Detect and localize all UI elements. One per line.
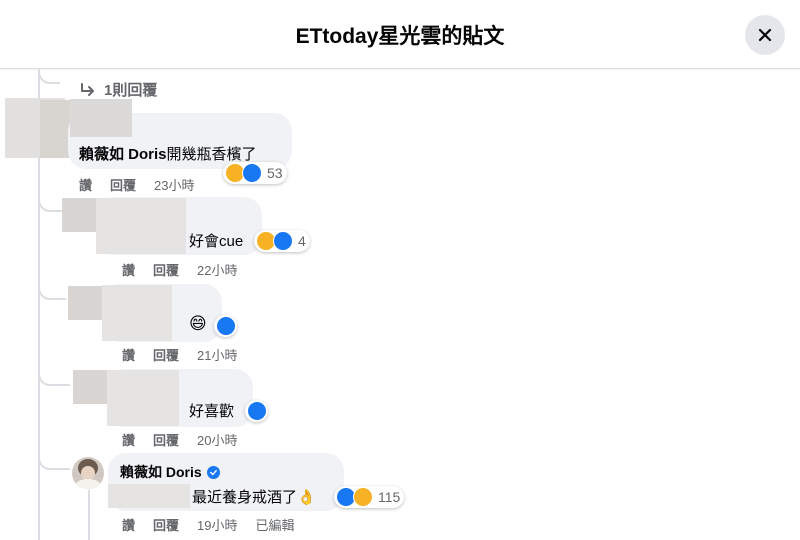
author-name [96, 198, 186, 254]
reply-button[interactable]: 回覆 [153, 515, 179, 534]
reply-button[interactable]: 回覆 [153, 260, 179, 279]
like-button[interactable]: 讚 [79, 175, 92, 194]
author-name [102, 285, 172, 341]
reaction-summary[interactable]: 4 [254, 230, 310, 252]
timestamp[interactable]: 19小時 [197, 515, 237, 534]
reaction-summary[interactable] [214, 315, 237, 337]
comment-text: 好喜歡 [189, 403, 235, 420]
timestamp[interactable]: 22小時 [197, 260, 237, 279]
haha-reaction-icon [353, 487, 373, 507]
thread-elbow [38, 364, 70, 386]
like-button[interactable]: 讚 [122, 515, 135, 534]
comment-actions: 讚 回覆 21小時 [122, 345, 238, 364]
edited-label[interactable]: 已編輯 [256, 515, 295, 534]
avatar [68, 286, 102, 320]
like-reaction-icon [216, 316, 236, 336]
reply-button[interactable]: 回覆 [153, 430, 179, 449]
thread-elbow [38, 450, 70, 470]
thread-elbow [38, 190, 62, 212]
reaction-count: 53 [267, 165, 283, 181]
comment-text: 賴薇如 Doris開幾瓶香檳了 [79, 146, 257, 163]
avatar [62, 198, 96, 232]
dialog-title: ETtoday星光雲的貼文 [295, 25, 505, 48]
view-replies-link[interactable]: 1則回覆 [80, 79, 157, 100]
close-button[interactable] [745, 15, 785, 55]
like-button[interactable]: 讚 [122, 345, 135, 364]
timestamp[interactable]: 23小時 [154, 175, 194, 194]
view-replies-label: 1則回覆 [104, 82, 158, 99]
avatar [73, 370, 107, 404]
comment-text: 好會cue [189, 233, 244, 250]
comment-actions: 讚 回覆 23小時 [79, 175, 195, 194]
dialog-header: ETtoday星光雲的貼文 [0, 0, 800, 69]
like-button[interactable]: 讚 [122, 260, 135, 279]
reaction-count: 115 [378, 489, 401, 505]
reply-arrow-icon [81, 82, 94, 96]
avatar [40, 100, 70, 158]
reaction-summary[interactable]: 53 [223, 162, 287, 184]
like-button[interactable]: 讚 [122, 430, 135, 449]
thread-elbow [38, 278, 66, 300]
reaction-summary[interactable] [245, 400, 268, 422]
thread-line [88, 490, 90, 540]
like-reaction-icon [242, 163, 262, 183]
close-icon [758, 28, 772, 42]
comment-actions: 讚 回覆 19小時 已編輯 [122, 515, 295, 534]
comment-text: 😄 [189, 314, 207, 333]
author-name[interactable]: 賴薇如 Doris [120, 462, 220, 482]
author-name [70, 99, 132, 137]
verified-badge-icon [206, 465, 220, 479]
timestamp[interactable]: 20小時 [197, 430, 237, 449]
comment-actions: 讚 回覆 20小時 [122, 430, 238, 449]
timestamp[interactable]: 21小時 [197, 345, 237, 364]
mention-tag [108, 484, 190, 508]
thread-elbow [38, 70, 60, 84]
comment-text: 最近養身戒酒了👌 [192, 489, 316, 506]
reaction-summary[interactable]: 115 [334, 486, 405, 508]
author-name [107, 370, 179, 426]
like-reaction-icon [247, 401, 267, 421]
like-reaction-icon [273, 231, 293, 251]
mention-tag[interactable]: 賴薇如 Doris [79, 146, 167, 163]
avatar[interactable] [72, 457, 104, 489]
reply-button[interactable]: 回覆 [153, 345, 179, 364]
reply-button[interactable]: 回覆 [110, 175, 136, 194]
reaction-count: 4 [298, 233, 306, 249]
comment-actions: 讚 回覆 22小時 [122, 260, 238, 279]
